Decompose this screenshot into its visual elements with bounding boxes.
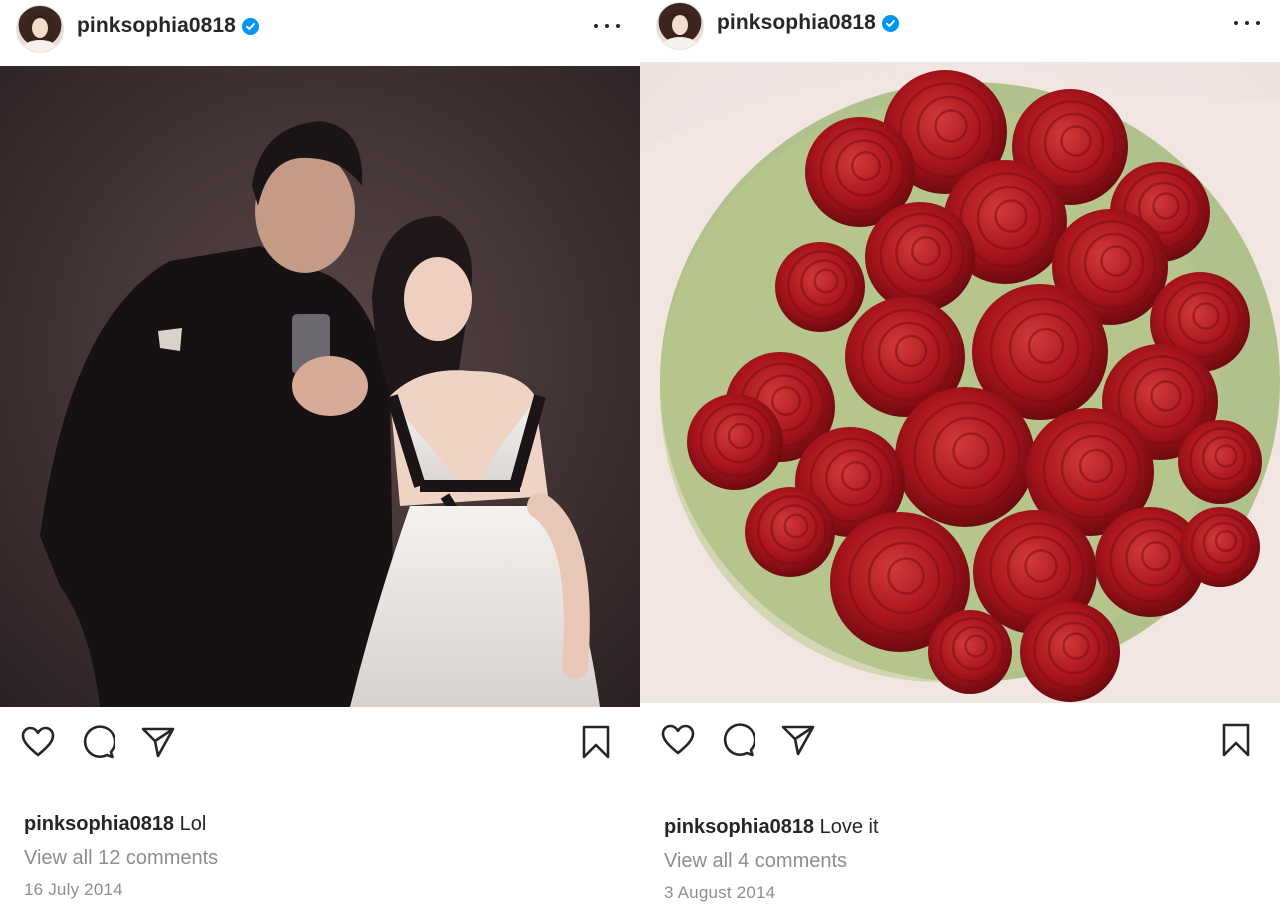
bookmark-icon[interactable] (578, 722, 614, 762)
more-options-icon[interactable] (594, 16, 620, 36)
comment-bubble-icon[interactable] (720, 720, 756, 760)
verified-badge-icon (242, 18, 259, 35)
paper-plane-icon[interactable] (780, 720, 816, 760)
verified-badge-icon (882, 15, 899, 32)
heart-icon[interactable] (660, 720, 696, 760)
username-link[interactable]: pinksophia0818 (717, 11, 876, 35)
post-1: pinksophia0818 pinksophia0818 Lol View a… (0, 0, 640, 908)
username-link[interactable]: pinksophia0818 (77, 14, 236, 38)
post-date: 16 July 2014 (24, 880, 123, 899)
post-date: 3 August 2014 (664, 883, 776, 902)
post-2: pinksophia0818 pinksophia0818 Love it Vi… (640, 0, 1280, 908)
avatar[interactable] (16, 5, 64, 53)
more-options-icon[interactable] (1234, 13, 1260, 33)
heart-icon[interactable] (20, 722, 56, 762)
comment-bubble-icon[interactable] (80, 722, 116, 762)
post-header: pinksophia0818 (640, 0, 1280, 56)
view-comments-link[interactable]: View all 12 comments (24, 847, 218, 870)
post-actions (640, 720, 1280, 760)
post-photo[interactable] (640, 62, 1280, 703)
post-header: pinksophia0818 (0, 0, 640, 60)
caption: pinksophia0818 Love it (664, 816, 879, 839)
caption-username[interactable]: pinksophia0818 (664, 816, 814, 838)
post-photo[interactable] (0, 66, 640, 707)
bookmark-icon[interactable] (1218, 720, 1254, 760)
caption: pinksophia0818 Lol (24, 813, 206, 836)
caption-username[interactable]: pinksophia0818 (24, 813, 174, 835)
paper-plane-icon[interactable] (140, 722, 176, 762)
caption-text: Lol (179, 813, 207, 835)
avatar[interactable] (656, 2, 704, 50)
caption-text: Love it (819, 816, 879, 838)
post-actions (0, 722, 640, 762)
rose-flower (895, 387, 1035, 527)
view-comments-link[interactable]: View all 4 comments (664, 850, 847, 873)
